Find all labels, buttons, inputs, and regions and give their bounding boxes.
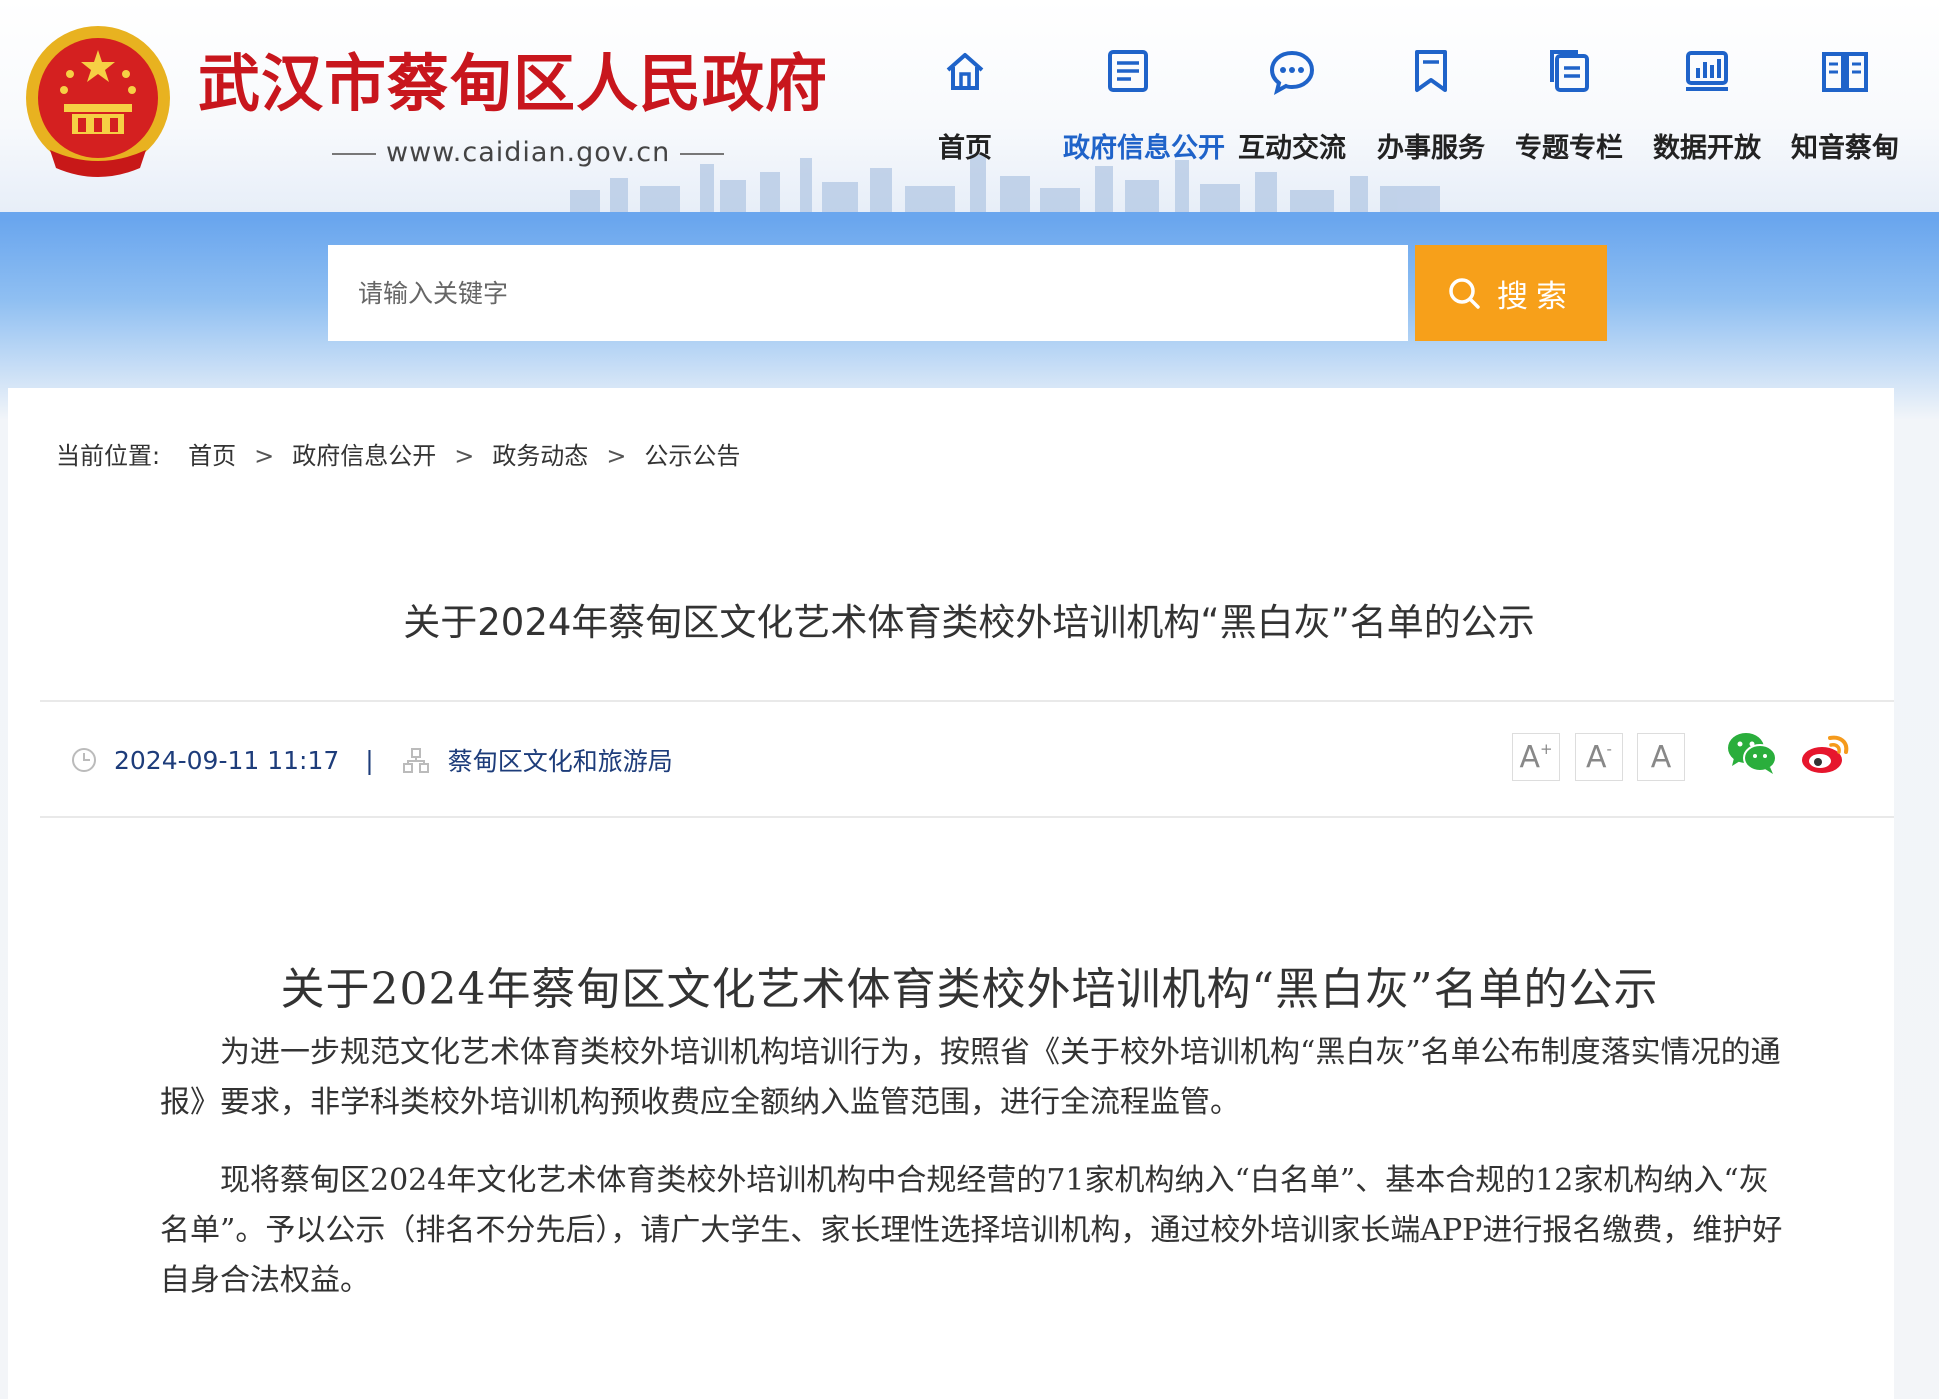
- nav-item-open-data[interactable]: 数据开放: [1642, 46, 1772, 165]
- font-reset-glyph: A: [1650, 739, 1672, 775]
- breadcrumb-gov-news[interactable]: 政务动态: [492, 442, 588, 470]
- site-title: 武汉市蔡甸区人民政府: [198, 47, 829, 120]
- breadcrumb-gov-info[interactable]: 政府信息公开: [292, 442, 436, 470]
- nav-label-gov-info: 政府信息公开: [1063, 133, 1225, 164]
- wechat-icon[interactable]: [1726, 730, 1778, 776]
- article-title: 关于2024年蔡甸区文化艺术体育类校外培训机构“黑白灰”名单的公示: [280, 964, 1659, 1015]
- url-left-dash: [332, 152, 376, 155]
- content-card: 当前位置: 首页 > 政府信息公开 > 政务动态 > 公示公告 关于2024年蔡甸区文化艺术体…: [8, 388, 1894, 1399]
- font-increase-mark: +: [1539, 740, 1553, 758]
- meta-divider-line: [40, 816, 1894, 818]
- site-header: 武汉市蔡甸区人民政府 www.caidian.gov.cn 首页 政府信息公开 …: [0, 0, 1939, 212]
- pages-icon: [1550, 50, 1589, 92]
- organization-icon: [402, 748, 429, 773]
- clock-icon: [72, 748, 96, 772]
- search-button-label: 搜索: [1497, 278, 1575, 315]
- home-icon: [946, 53, 984, 90]
- breadcrumb-separator: >: [606, 442, 627, 470]
- breadcrumb-home[interactable]: 首页: [188, 442, 236, 470]
- meta-divider: |: [365, 745, 374, 775]
- article-meta: 2024-09-11 11:17 | 蔡甸区文化和旅游局: [70, 740, 673, 780]
- national-emblem-logo: [26, 26, 170, 177]
- chat-icon: [1269, 50, 1315, 95]
- article-body: 为进一步规范文化艺术体育类校外培训机构培训行为，按照省《关于校外培训机构“黑白灰…: [160, 1028, 1794, 1334]
- nav-item-services[interactable]: 办事服务: [1366, 46, 1496, 165]
- nav-item-interaction[interactable]: 互动交流: [1227, 46, 1357, 165]
- search-icon: [1449, 278, 1480, 309]
- font-decrease-mark: -: [1606, 740, 1612, 758]
- nav-item-gov-info[interactable]: 政府信息公开: [1063, 46, 1225, 165]
- nav-item-special-topics[interactable]: 专题专栏: [1504, 46, 1634, 165]
- search-button[interactable]: 搜索: [1415, 245, 1607, 341]
- article-paragraph: 为进一步规范文化艺术体育类校外培训机构培训行为，按照省《关于校外培训机构“黑白灰…: [160, 1035, 1781, 1120]
- nav-item-zhiyin-caidian[interactable]: 知音蔡甸: [1780, 46, 1910, 165]
- nav-label-home: 首页: [938, 133, 992, 164]
- chart-icon: [1686, 51, 1728, 91]
- nav-label-services: 办事服务: [1377, 133, 1485, 164]
- bookmark-icon: [1415, 50, 1447, 92]
- site-url: www.caidian.gov.cn: [322, 137, 734, 168]
- document-icon: [1108, 50, 1148, 92]
- article-paragraph: 现将蔡甸区2024年文化艺术体育类校外培训机构中合规经营的71家机构纳入“白名单…: [160, 1163, 1783, 1298]
- font-size-decrease-button[interactable]: A-: [1575, 733, 1623, 781]
- breadcrumb-announcements[interactable]: 公示公告: [644, 442, 740, 470]
- breadcrumb-separator: >: [254, 442, 275, 470]
- publish-date: 2024-09-11 11:17: [114, 745, 340, 775]
- site-url-text: www.caidian.gov.cn: [386, 137, 671, 168]
- breadcrumb-separator: >: [454, 442, 475, 470]
- nav-item-home[interactable]: 首页: [900, 46, 1030, 165]
- breadcrumb: 当前位置: 首页 > 政府信息公开 > 政务动态 > 公示公告: [56, 436, 740, 471]
- font-size-increase-button[interactable]: A +: [1512, 733, 1560, 781]
- font-decrease-glyph: A: [1586, 739, 1607, 775]
- search-input[interactable]: [328, 245, 1408, 341]
- url-right-dash: [680, 152, 725, 155]
- page-title: 关于2024年蔡甸区文化艺术体育类校外培训机构“黑白灰”名单的公示: [403, 601, 1535, 644]
- title-divider: [40, 700, 1894, 702]
- weibo-icon[interactable]: [1800, 730, 1854, 776]
- nav-label-zhiyin-caidian: 知音蔡甸: [1791, 133, 1899, 164]
- font-size-reset-button[interactable]: A: [1637, 733, 1685, 781]
- nav-label-interaction: 互动交流: [1238, 133, 1346, 164]
- nav-label-special-topics: 专题专栏: [1515, 133, 1623, 164]
- nav-label-open-data: 数据开放: [1653, 133, 1761, 164]
- book-icon: [1822, 52, 1868, 92]
- publisher-source: 蔡甸区文化和旅游局: [447, 747, 673, 776]
- breadcrumb-here-label: 当前位置:: [56, 442, 161, 470]
- font-increase-glyph: A: [1519, 739, 1540, 775]
